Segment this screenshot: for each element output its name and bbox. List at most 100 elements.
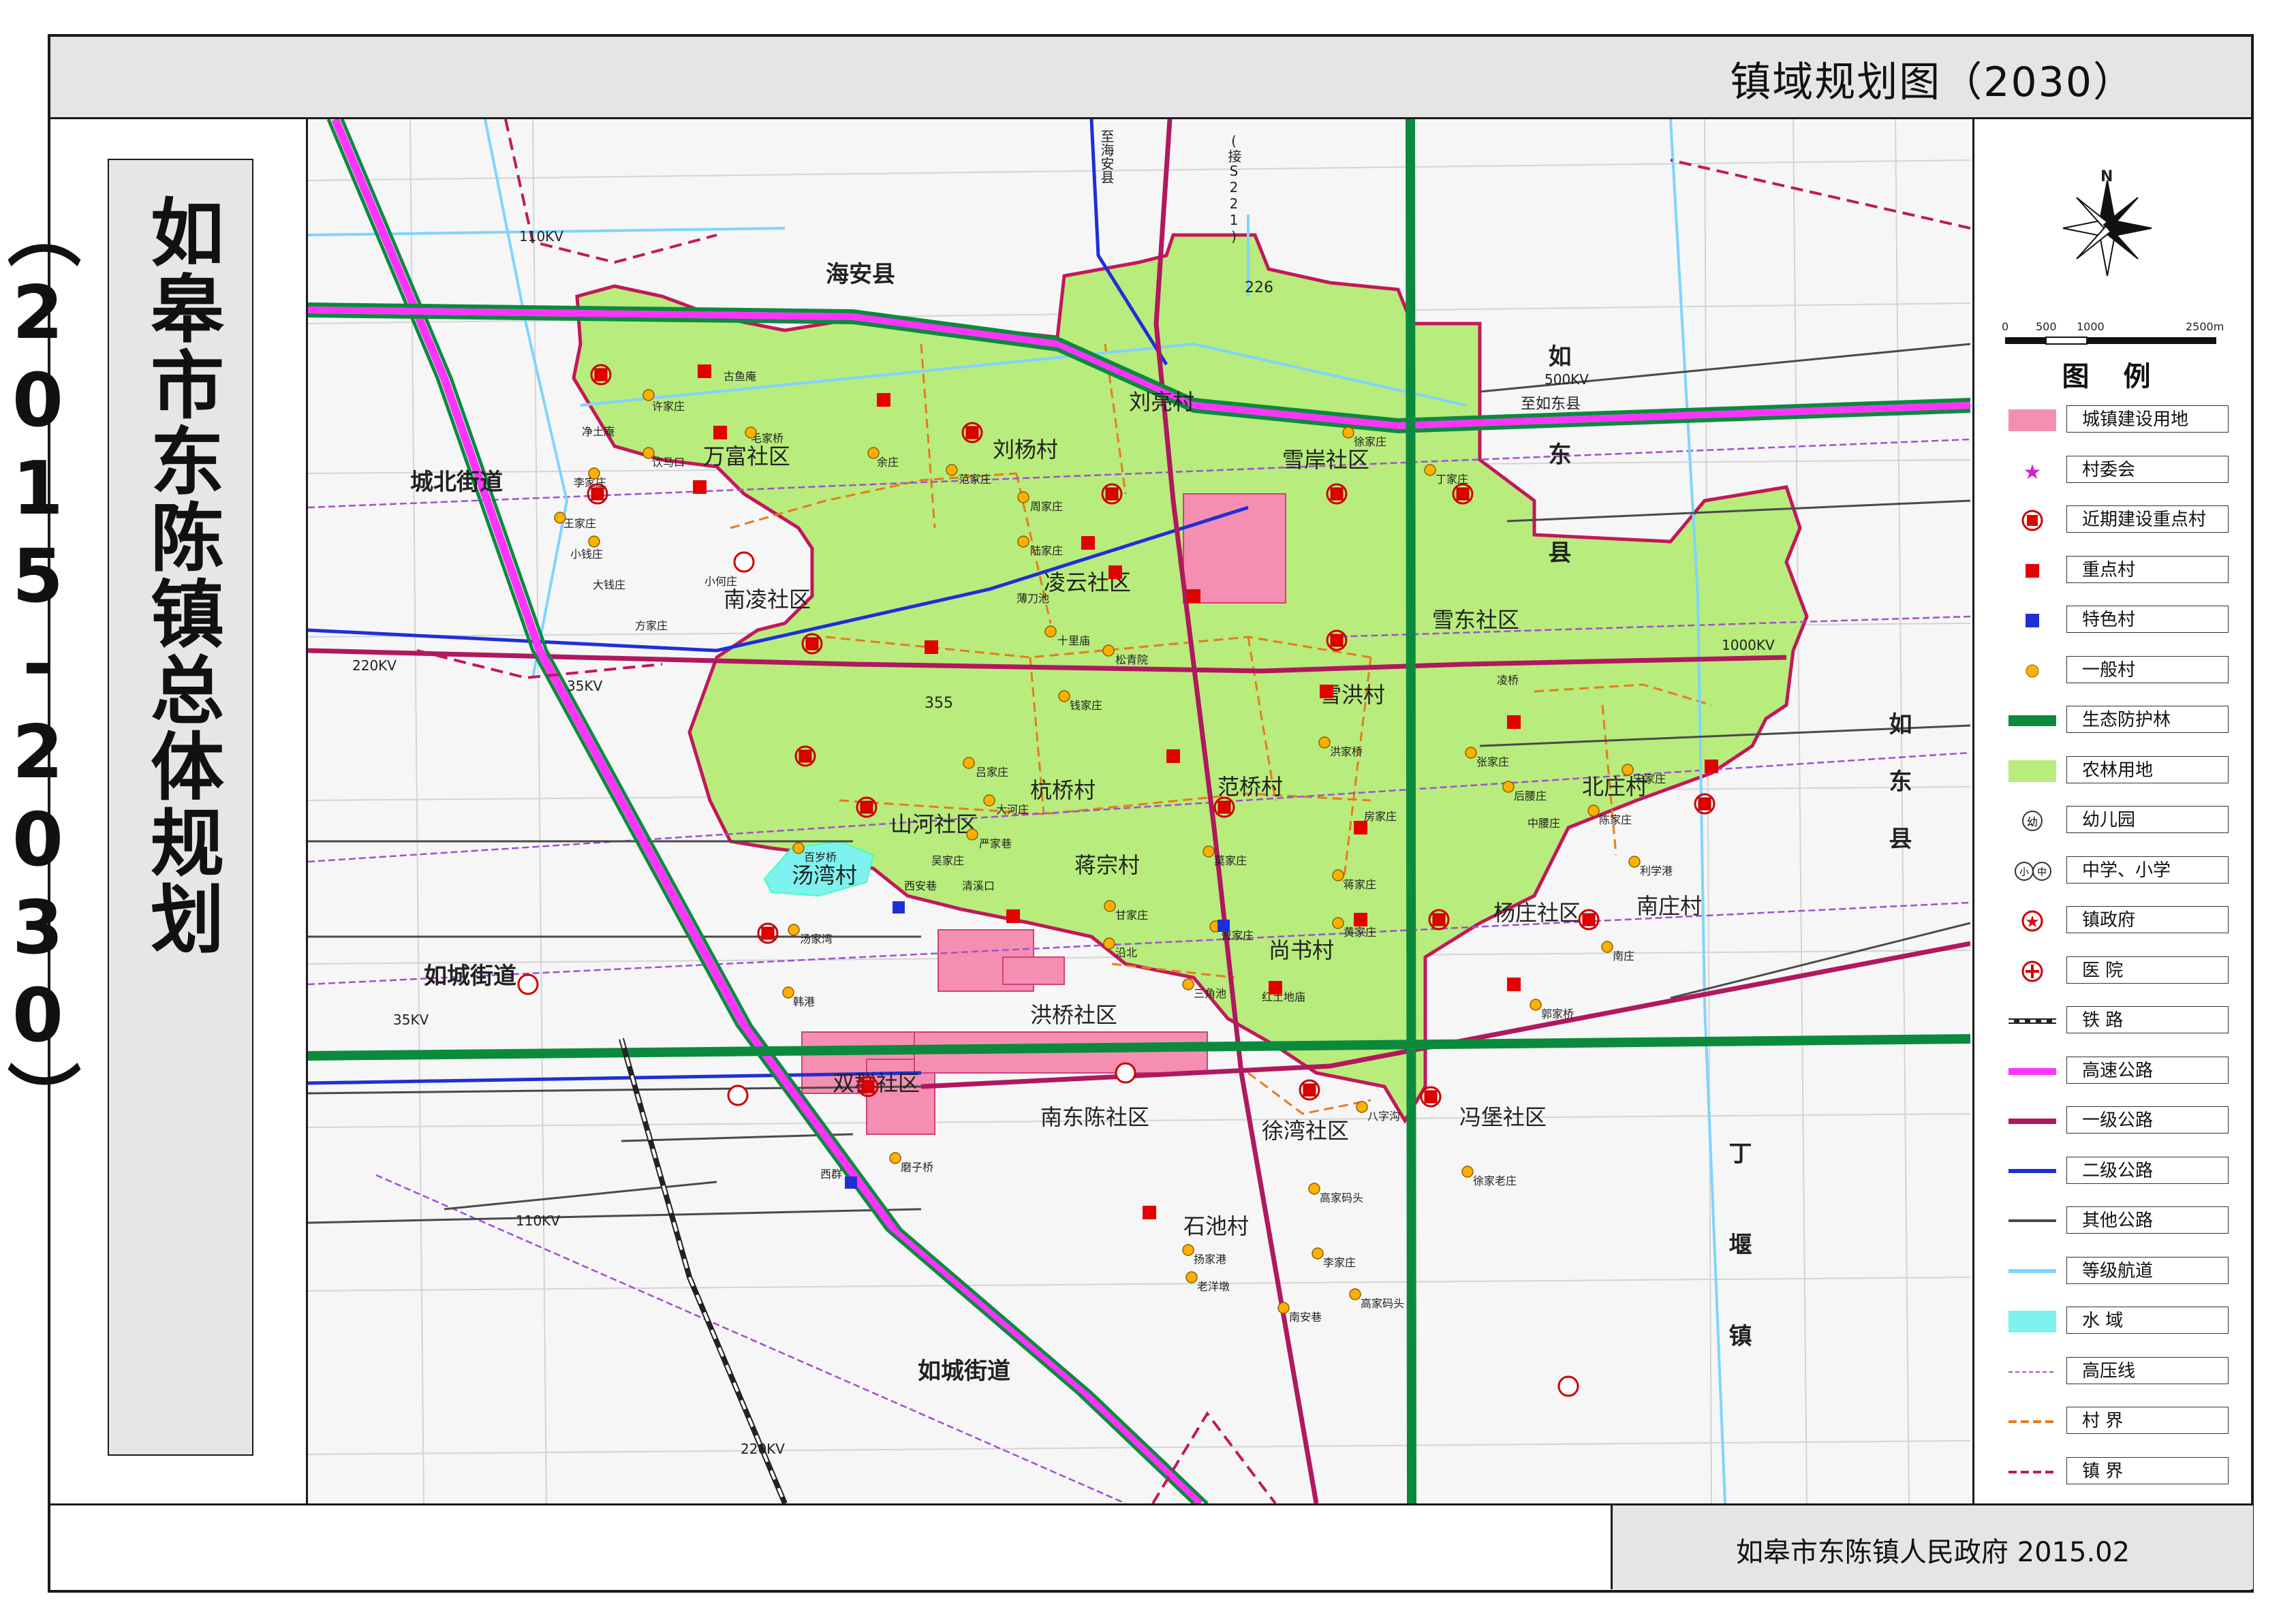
village-label: 李家庄 [1323,1256,1356,1269]
community-xuwan: 徐湾社区 [1262,1118,1350,1144]
legend-item-star: ★ 村委会 [2005,455,2230,486]
road-s221-label: (接S221) [1226,133,1242,245]
voltage-35kv: 35KV [567,678,603,694]
village-label: 蒋家庄 [1344,878,1377,891]
legend-item-label: 高速公路 [2066,1056,2229,1084]
legend-item-label: 医 院 [2066,956,2229,984]
voltage-35kv-south: 35KV [393,1012,429,1028]
scale-bar-graphic [2005,337,2216,345]
village-label: 十里庙 [1057,634,1091,647]
community-liuyang: 刘杨村 [993,437,1059,463]
waterway-icon [2008,1268,2056,1273]
legend-item-railway: 铁 路 [2005,1006,2230,1036]
legend-item-label: 村 界 [2066,1407,2229,1434]
school-icon: 小中 [2015,861,2051,881]
road-rudong-label: 至如东县 [1521,396,1581,413]
village-label: 丁家庄 [1436,473,1469,486]
village-label: 百岁桥 [804,851,837,864]
village-label: 老洋墩 [1197,1280,1230,1293]
legend-item-label: 铁 路 [2066,1006,2229,1033]
neighbor-rucheng-west-label: 如城街道 [424,963,516,990]
railway-icon [2008,1018,2056,1024]
star-icon: ★ [2023,460,2042,484]
water-icon [2008,1311,2056,1332]
legend-item-label: 二级公路 [2066,1156,2229,1184]
village-label: 西安巷 [904,879,937,892]
village-label: 宋家庄 [1633,772,1666,785]
village-label: 甘家庄 [1115,909,1149,922]
legend-item-urban-land: 城镇建设用地 [2005,405,2230,435]
village-label: 扬家港 [1194,1253,1227,1266]
title-box: 如皋市东陈镇总体规划（2015-2030） [0,159,253,1456]
compass-north-label: N [2100,168,2113,185]
legend-item-label: 村委会 [2066,455,2229,483]
legend-item-label: 农林用地 [2066,755,2229,783]
legend-item-label: 高压线 [2066,1356,2229,1384]
village-label: 郭家桥 [1541,1008,1574,1020]
svg-text:小: 小 [2019,867,2029,878]
village-label: 松青院 [1115,653,1149,666]
legend-item-red-circle-square: 近期建设重点村 [2005,505,2230,535]
village-label: 徐家老庄 [1473,1174,1517,1187]
village-label: 清溪口 [962,879,995,892]
legend-item-expressway: 高速公路 [2005,1056,2230,1087]
legend-item-label: 特色村 [2066,606,2229,633]
village-label: 洪家桥 [1330,745,1363,758]
legend-item-label: 其他公路 [2066,1206,2229,1234]
village-label: 陆家庄 [1030,544,1064,557]
village-label: 小钱庄 [570,548,604,561]
legend-item-orange-dot: 一般村 [2005,655,2230,686]
legend-item-label: 一般村 [2066,655,2229,683]
legend-title: 图 例 [2062,361,2163,392]
svg-text:★: ★ [2023,460,2042,484]
community-lingyun: 凌云社区 [1044,569,1132,595]
map-area[interactable]: 海安县 城北街道 如城街道 如城街道 如东县 如东县 丁堰镇 万富社区 刘亮村 … [308,119,1970,1503]
village-label: 凌桥 [1497,674,1519,687]
legend-item-red-square: 重点村 [2005,555,2230,586]
scale-bar: 0 500 1000 2500m [2002,320,2227,354]
legend-item-label: 中学、小学 [2066,856,2229,884]
legend-item-label: 幼儿园 [2066,806,2229,833]
svg-text:幼: 幼 [2027,815,2038,828]
legend-item-village-boundary: 村 界 [2005,1407,2230,1437]
voltage-110kv-north: 110KV [519,228,563,245]
village-label: 黄家庄 [1344,926,1377,939]
village-label: 南安巷 [1289,1311,1322,1324]
high-voltage-icon [2008,1371,2056,1373]
legend-item-primary-road: 一级公路 [2005,1106,2230,1136]
scale-label-500: 500 [2036,320,2057,333]
neighbor-dingyan-label: 丁堰镇 [1724,1141,1752,1415]
village-label: 韩港 [793,995,816,1008]
village-label: 西群 [820,1168,843,1181]
page-title: 镇域规划图（2030） [1730,59,2135,106]
voltage-220kv-south: 220KV [741,1441,785,1457]
village-label: 大钱庄 [593,578,626,591]
community-liuliang: 刘亮村 [1129,389,1195,415]
legend-item-label: 镇 界 [2066,1456,2229,1484]
village-label: 曹家庄 [1221,929,1254,942]
green-band-icon [2008,715,2056,726]
community-shangshu: 尚书村 [1269,937,1335,963]
farmland-area [572,233,1809,1124]
village-label: 中腰庄 [1527,817,1561,830]
legend-item-label: 水 域 [2066,1307,2229,1334]
village-label: 沿北 [1115,946,1138,959]
legend-item-label: 城镇建设用地 [2066,405,2229,433]
community-shichi: 石池村 [1183,1213,1250,1239]
community-fengbao: 冯堡社区 [1459,1104,1547,1130]
village-label: 汤家湾 [800,933,833,946]
svg-text:中: 中 [2037,867,2047,878]
road-226-label: 226 [1245,279,1273,296]
village-label: 张家庄 [1476,755,1510,768]
village-label: 磨子桥 [901,1161,934,1174]
legend-item-blue-square: 特色村 [2005,606,2230,636]
village-label: 李家庄 [574,476,607,489]
legend-item-water: 水 域 [2005,1307,2230,1337]
town-boundary-icon [2008,1470,2056,1473]
hospital-icon [2021,961,2043,982]
map-canvas [308,119,1970,1503]
village-label: 饮马口 [652,456,685,469]
left-title-panel: 如皋市东陈镇总体规划（2015-2030） [0,119,308,1503]
village-boundary-icon [2008,1420,2056,1423]
scale-label-1000: 1000 [2077,320,2105,333]
